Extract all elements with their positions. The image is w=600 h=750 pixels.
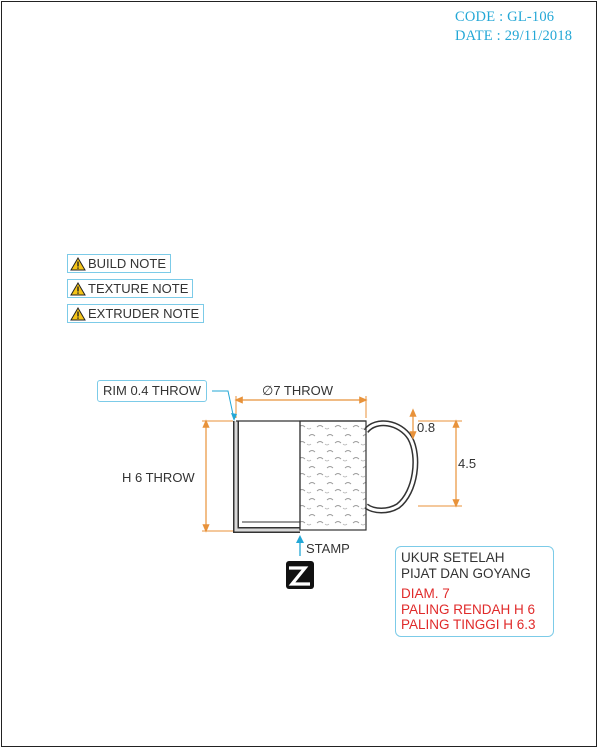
rim-callout: RIM 0.4 THROW — [97, 380, 207, 402]
info-line-max-height: PALING TINGGI H 6.3 — [401, 617, 536, 632]
rim-leader — [212, 390, 235, 420]
info-line-1: UKUR SETELAH — [401, 550, 505, 565]
info-line-min-height: PALING RENDAH H 6 — [401, 601, 536, 617]
part-drawing — [202, 390, 462, 589]
info-line-diam: DIAM. 7 — [401, 586, 450, 601]
stamp-label: STAMP — [306, 541, 350, 556]
height-label: H 6 THROW — [122, 470, 195, 485]
cup-wall-inner — [234, 421, 300, 532]
diameter-label: ∅7 THROW — [262, 383, 334, 398]
cup-wall — [233, 421, 300, 533]
textured-half — [299, 420, 367, 531]
stamp-logo-icon — [286, 561, 314, 589]
loop-height-label: 4.5 — [458, 456, 477, 471]
measurement-info-box: UKUR SETELAH PIJAT DAN GOYANG DIAM. 7 PA… — [395, 546, 554, 637]
info-line-2: PIJAT DAN GOYANG — [401, 565, 531, 581]
loop-thickness-label: 0.8 — [417, 420, 436, 435]
